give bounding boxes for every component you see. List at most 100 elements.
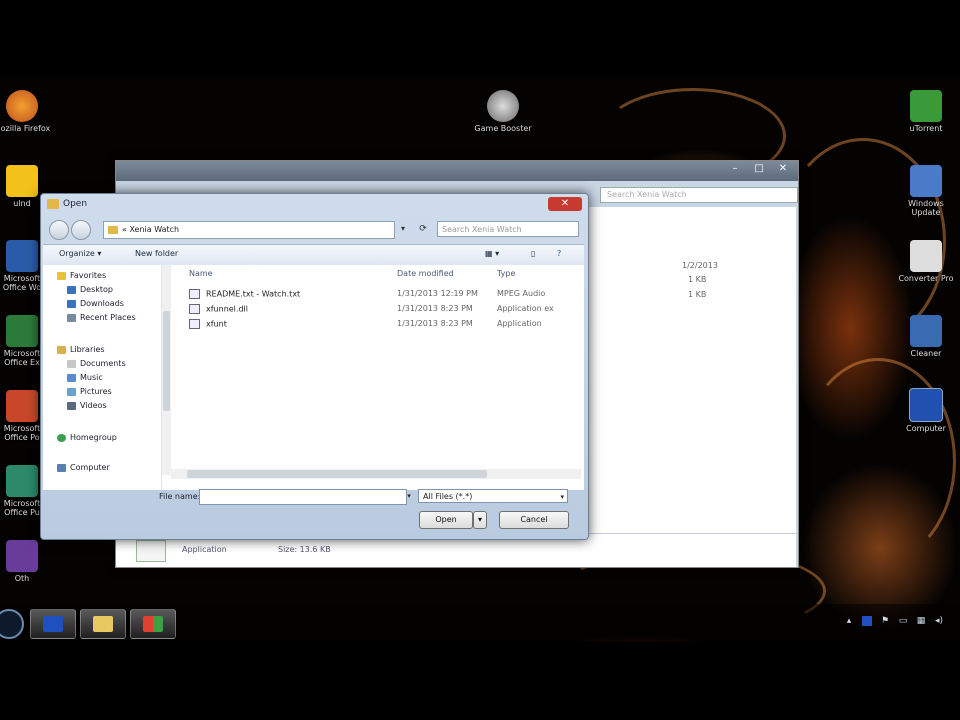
monitor-icon[interactable]: ▭ bbox=[898, 616, 908, 626]
new-folder-button[interactable]: New folder bbox=[135, 249, 178, 258]
nav-label: Homegroup bbox=[70, 433, 117, 442]
desktop-icon-app[interactable]: Oth bbox=[0, 540, 52, 583]
desktop-icon-label: Oth bbox=[14, 574, 30, 583]
computer-icon bbox=[57, 463, 66, 472]
nav-libraries[interactable]: Libraries bbox=[57, 345, 105, 354]
minimize-icon[interactable]: – bbox=[724, 161, 746, 177]
nav-favorites[interactable]: Favorites bbox=[57, 271, 106, 280]
desktop-icon bbox=[67, 285, 76, 294]
nav-computer[interactable]: Computer bbox=[57, 463, 110, 472]
column-header-name[interactable]: Name bbox=[189, 269, 213, 278]
dialog-toolbar: Organize ▾ New folder ▦ ▾ ▯ ? bbox=[43, 244, 584, 266]
desktop-icon-label: Game Booster bbox=[474, 124, 532, 133]
flag-icon[interactable]: ⚑ bbox=[880, 616, 890, 626]
desktop-icon-firefox[interactable]: Mozilla Firefox bbox=[0, 90, 52, 133]
desktop-icon-label: uTorrent bbox=[909, 124, 943, 133]
desktop-icon-windows-update[interactable]: Windows Update bbox=[896, 165, 956, 217]
cancel-button[interactable]: Cancel bbox=[499, 511, 569, 529]
excel-icon bbox=[6, 315, 38, 347]
search-input[interactable]: Search Xenia Watch bbox=[437, 221, 579, 237]
maximize-icon[interactable]: □ bbox=[748, 161, 770, 177]
horizontal-scrollbar[interactable] bbox=[171, 469, 581, 479]
scrollbar-thumb[interactable] bbox=[187, 470, 487, 478]
background-row-date: 1/2/2013 bbox=[682, 261, 718, 270]
taskbar-item-windows[interactable] bbox=[130, 609, 176, 639]
file-name: README.txt - Watch.txt bbox=[206, 289, 301, 299]
close-icon[interactable]: ✕ bbox=[772, 161, 794, 177]
aim-icon bbox=[6, 165, 38, 197]
volume-icon[interactable]: ◂) bbox=[934, 616, 944, 626]
nav-scrollbar[interactable] bbox=[162, 265, 171, 475]
chevron-down-icon[interactable]: ▾ bbox=[404, 489, 414, 503]
forward-button[interactable] bbox=[71, 220, 91, 240]
taskbar-item-explorer[interactable] bbox=[80, 609, 126, 639]
file-type-filter[interactable]: All Files (*.*) ▾ bbox=[418, 489, 568, 503]
converter-icon bbox=[910, 240, 942, 272]
tray-app-icon[interactable] bbox=[862, 616, 872, 626]
nav-label: Libraries bbox=[70, 345, 105, 354]
music-icon bbox=[67, 373, 76, 382]
desktop-icon-utorrent[interactable]: uTorrent bbox=[896, 90, 956, 133]
organize-button[interactable]: Organize ▾ bbox=[59, 249, 101, 258]
scrollbar-thumb[interactable] bbox=[163, 311, 170, 411]
nav-downloads[interactable]: Downloads bbox=[67, 299, 124, 308]
windows-icon bbox=[143, 616, 163, 632]
word-icon bbox=[6, 240, 38, 272]
desktop-icon-cleaner[interactable]: Cleaner bbox=[896, 315, 956, 358]
nav-label: Computer bbox=[70, 463, 110, 472]
cleaner-icon bbox=[910, 315, 942, 347]
filter-label: All Files (*.*) bbox=[423, 492, 473, 501]
open-options-button[interactable]: ▾ bbox=[473, 511, 487, 529]
close-button[interactable]: ✕ bbox=[548, 197, 582, 211]
desktop-icon-label: Windows Update bbox=[908, 199, 944, 217]
powerpoint-icon bbox=[6, 390, 38, 422]
file-type: MPEG Audio bbox=[497, 289, 546, 298]
background-row-size: 1 KB bbox=[688, 275, 707, 284]
dialog-title: Open bbox=[63, 199, 88, 209]
desktop-icon-converter[interactable]: Converter Pro bbox=[896, 240, 956, 283]
file-date: 1/31/2013 12:19 PM bbox=[397, 289, 478, 298]
preview-pane-icon[interactable]: ▯ bbox=[531, 249, 535, 258]
letterbox-top bbox=[0, 0, 960, 78]
file-name: xfunt bbox=[206, 319, 227, 329]
column-header-type[interactable]: Type bbox=[497, 269, 515, 278]
desktop-icon-game-booster[interactable]: Game Booster bbox=[473, 90, 533, 133]
background-file-pane: 1/2/2013 1 KB 1 KB bbox=[586, 207, 796, 537]
file-row[interactable]: xfunt bbox=[189, 319, 227, 329]
documents-icon bbox=[67, 359, 76, 368]
background-window-titlebar[interactable] bbox=[116, 161, 798, 181]
background-search-input[interactable]: Search Xenia Watch bbox=[600, 187, 798, 203]
nav-label: Desktop bbox=[80, 285, 113, 294]
file-row[interactable]: xfunnel.dll bbox=[189, 304, 248, 314]
nav-videos[interactable]: Videos bbox=[67, 401, 107, 410]
refresh-icon[interactable]: ⟳ bbox=[415, 221, 431, 237]
start-button[interactable] bbox=[0, 609, 24, 639]
help-icon[interactable]: ? bbox=[557, 249, 561, 258]
view-options-icon[interactable]: ▦ ▾ bbox=[485, 249, 499, 258]
file-row[interactable]: README.txt - Watch.txt bbox=[189, 289, 300, 299]
nav-label: Documents bbox=[80, 359, 126, 368]
star-icon bbox=[57, 271, 66, 280]
chevron-down-icon[interactable]: ▾ bbox=[395, 221, 411, 237]
letterbox-bottom bbox=[0, 642, 960, 720]
nav-music[interactable]: Music bbox=[67, 373, 103, 382]
taskbar-item-photoshop[interactable] bbox=[30, 609, 76, 639]
file-name-label: File name: bbox=[159, 492, 201, 501]
show-hidden-icons-icon[interactable]: ▴ bbox=[844, 616, 854, 626]
network-icon[interactable]: ▦ bbox=[916, 616, 926, 626]
details-type: Application bbox=[182, 545, 227, 554]
firefox-icon bbox=[6, 90, 38, 122]
open-dialog[interactable]: Open ✕ « Xenia Watch ▾ ⟳ Search Xenia Wa… bbox=[40, 193, 589, 540]
nav-recent-places[interactable]: Recent Places bbox=[67, 313, 136, 322]
nav-pictures[interactable]: Pictures bbox=[67, 387, 112, 396]
nav-homegroup[interactable]: Homegroup bbox=[57, 433, 117, 442]
address-bar[interactable]: « Xenia Watch bbox=[103, 221, 395, 239]
back-button[interactable] bbox=[49, 220, 69, 240]
column-header-date[interactable]: Date modified bbox=[397, 269, 454, 278]
file-name-input[interactable] bbox=[199, 489, 407, 505]
game-booster-icon bbox=[487, 90, 519, 122]
open-button[interactable]: Open bbox=[419, 511, 473, 529]
nav-desktop[interactable]: Desktop bbox=[67, 285, 113, 294]
desktop-icon-computer[interactable]: Computer bbox=[896, 388, 956, 433]
nav-documents[interactable]: Documents bbox=[67, 359, 126, 368]
